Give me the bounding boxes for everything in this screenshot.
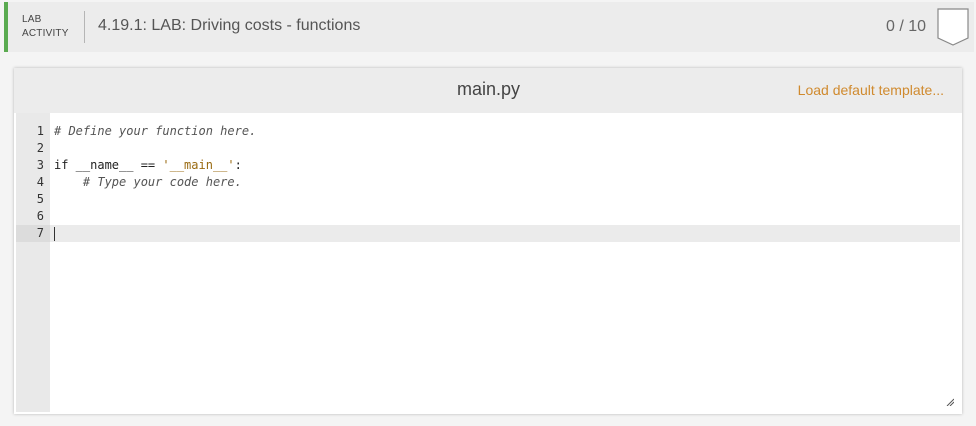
lab-title: 4.19.1: LAB: Driving costs - functions bbox=[98, 17, 361, 34]
lab-activity: LAB ACTIVITY 4.19.1: LAB: Driving costs … bbox=[0, 0, 976, 426]
lab-tag-line2: ACTIVITY bbox=[22, 28, 69, 39]
editor-panel: main.py Load default template... 1 # Def… bbox=[14, 68, 962, 414]
line-number: 1 bbox=[36, 124, 44, 138]
code-line-2[interactable]: 2 bbox=[16, 140, 960, 157]
line-number: 7 bbox=[16, 225, 50, 242]
code-text: # Define your function here. bbox=[54, 124, 257, 138]
code-text: # Type your code here. bbox=[54, 175, 242, 189]
line-number: 3 bbox=[36, 158, 44, 172]
code-lines: 1 # Define your function here. 2 3 if __… bbox=[16, 123, 960, 242]
code-line-6[interactable]: 6 bbox=[16, 208, 960, 225]
code-line-4[interactable]: 4 # Type your code here. bbox=[16, 174, 960, 191]
line-number: 5 bbox=[36, 192, 44, 206]
lab-header: LAB ACTIVITY 4.19.1: LAB: Driving costs … bbox=[4, 2, 974, 52]
header-divider bbox=[84, 11, 85, 43]
string-literal: '__main__' bbox=[162, 158, 235, 172]
editor-panel-header: main.py Load default template... bbox=[14, 68, 962, 113]
code-line-5[interactable]: 5 bbox=[16, 191, 960, 208]
load-default-template-link[interactable]: Load default template... bbox=[798, 82, 944, 98]
score-badge-icon bbox=[937, 8, 969, 46]
code-line-3[interactable]: 3 if __name__ == '__main__': bbox=[16, 157, 960, 174]
line-number: 4 bbox=[36, 175, 44, 189]
line-number: 2 bbox=[36, 141, 44, 155]
resize-grip-icon[interactable] bbox=[946, 398, 954, 406]
file-name: main.py bbox=[457, 79, 521, 99]
code-text: if __name__ == '__main__': bbox=[54, 158, 242, 172]
lab-activity-tag: LAB ACTIVITY bbox=[22, 13, 69, 41]
lab-score: 0 / 10 bbox=[886, 18, 927, 35]
lab-tag-line1: LAB bbox=[22, 14, 42, 25]
code-line-7[interactable]: 7 bbox=[16, 225, 960, 242]
code-editor[interactable]: 1 # Define your function here. 2 3 if __… bbox=[16, 113, 960, 412]
code-line-1[interactable]: 1 # Define your function here. bbox=[16, 123, 960, 140]
line-number: 6 bbox=[36, 209, 44, 223]
text-cursor bbox=[54, 227, 55, 241]
